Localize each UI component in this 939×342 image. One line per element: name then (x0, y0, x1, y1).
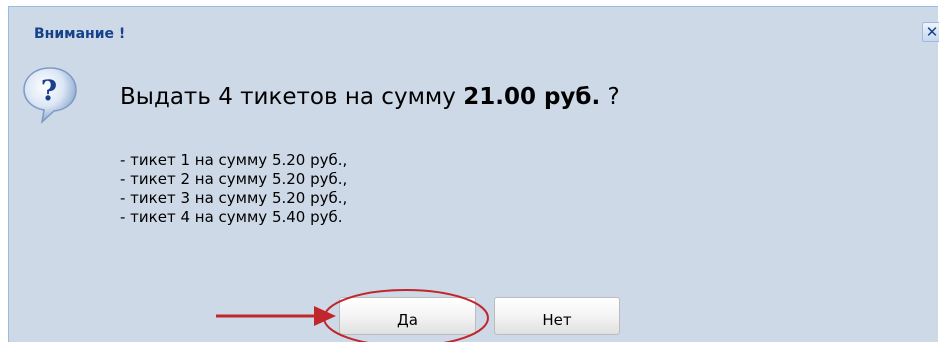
dialog-title: Внимание ! (34, 26, 126, 42)
yes-button[interactable]: Да (339, 297, 476, 335)
no-button[interactable]: Нет (494, 297, 620, 335)
question-suffix: ? (600, 84, 620, 110)
ticket-line: - тикет 2 на сумму 5.20 руб., (120, 170, 348, 188)
question-amount: 21.00 руб. (463, 84, 601, 110)
question-icon: ? (23, 67, 77, 125)
svg-text:?: ? (41, 74, 57, 107)
ticket-line: - тикет 3 на сумму 5.20 руб., (120, 189, 348, 207)
confirm-question: Выдать 4 тикетов на сумму 21.00 руб. ? (120, 84, 620, 110)
close-icon: ✕ (925, 23, 939, 41)
ticket-list: - тикет 1 на сумму 5.20 руб., - тикет 2 … (120, 151, 347, 227)
question-prefix: Выдать 4 тикетов на сумму (120, 84, 464, 110)
close-button[interactable]: ✕ (922, 22, 939, 42)
ticket-line: - тикет 1 на сумму 5.20 руб., (120, 151, 348, 169)
ticket-line: - тикет 4 на сумму 5.40 руб. (120, 208, 343, 226)
